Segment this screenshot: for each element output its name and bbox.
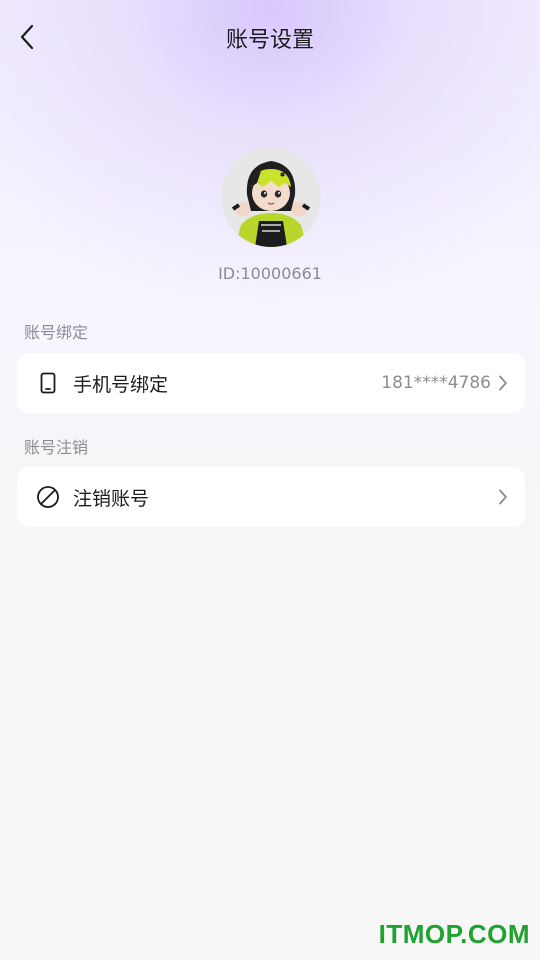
section-label-binding: 账号绑定 — [24, 323, 89, 342]
ban-icon — [36, 485, 60, 509]
header-bar: 账号设置 — [0, 0, 540, 74]
cancel-account-row[interactable]: 注销账号 — [17, 467, 525, 527]
phone-number-value: 181****4786 — [381, 373, 491, 393]
avatar[interactable] — [221, 147, 321, 247]
phone-binding-row[interactable]: 手机号绑定 181****4786 — [17, 353, 525, 413]
avatar-image — [221, 147, 321, 247]
page-title: 账号设置 — [225, 28, 314, 53]
user-id-text: ID:10000661 — [218, 264, 322, 283]
phone-icon — [36, 371, 60, 395]
chevron-right-icon — [497, 374, 509, 392]
section-label-cancel: 账号注销 — [24, 438, 89, 457]
phone-binding-label: 手机号绑定 — [73, 373, 169, 396]
watermark: ITMOP.COM — [378, 919, 530, 949]
cancel-account-label: 注销账号 — [73, 487, 150, 510]
chevron-right-icon — [497, 488, 509, 506]
